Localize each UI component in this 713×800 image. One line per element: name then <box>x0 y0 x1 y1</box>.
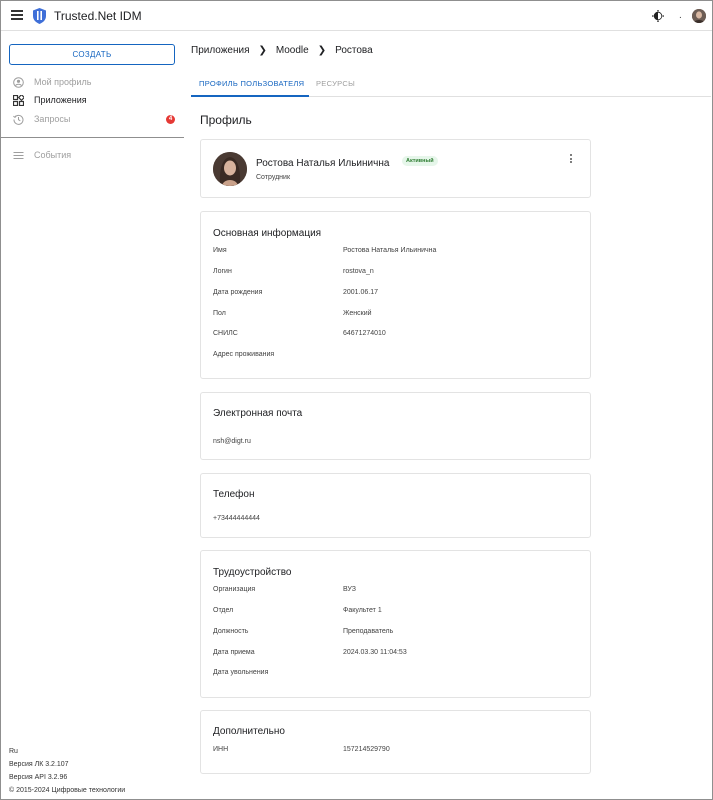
status-badge: Активный <box>402 156 438 166</box>
breadcrumb-item-app[interactable]: Moodle <box>276 45 309 56</box>
profile-header-card: Ростова Наталья Ильинична Активный Сотру… <box>200 139 591 198</box>
sidebar-item-label: Запросы <box>34 114 71 124</box>
app-title: Trusted.Net IDM <box>54 9 142 23</box>
basic-info-card: Основная информация Имя Ростова Наталья … <box>200 211 591 379</box>
card-title: Электронная почта <box>213 408 303 419</box>
header-separator: . <box>679 10 682 21</box>
tab-user-profile[interactable]: ПРОФИЛЬ ПОЛЬЗОВАТЕЛЯ <box>199 79 304 88</box>
language-selector[interactable]: Ru <box>9 748 18 755</box>
sidebar-item-label: Приложения <box>34 95 87 105</box>
page-title: Профиль <box>200 113 252 127</box>
top-app-bar: Trusted.Net IDM . <box>1 1 712 31</box>
sidebar: СОЗДАТЬ Мой профиль Приложения Запросы 4… <box>1 32 184 800</box>
field-label: Логин <box>213 268 232 275</box>
active-tab-indicator <box>191 95 309 97</box>
field-value: rostova_n <box>343 268 374 275</box>
card-title: Основная информация <box>213 228 322 239</box>
sidebar-item-label: Мой профиль <box>34 77 92 87</box>
employment-card: Трудоустройство Организация ВУЗ Отдел Фа… <box>200 550 591 698</box>
field-label: Дата рождения <box>213 289 263 296</box>
version-lk: Версия ЛК 3.2.107 <box>9 761 69 768</box>
field-label: Дата увольнения <box>213 669 269 676</box>
requests-count-badge: 4 <box>166 115 175 124</box>
version-api: Версия API 3.2.96 <box>9 774 68 781</box>
field-label: Должность <box>213 628 249 635</box>
field-value: 64671274010 <box>343 330 386 337</box>
field-label: Пол <box>213 310 226 317</box>
card-title: Трудоустройство <box>213 567 292 578</box>
field-value: 157214529790 <box>343 746 390 753</box>
field-value: Женский <box>343 310 372 317</box>
additional-card: Дополнительно ИНН 157214529790 <box>200 710 591 774</box>
field-value: Факультет 1 <box>343 607 382 614</box>
more-vert-icon[interactable] <box>569 154 573 164</box>
sidebar-item-label: События <box>34 150 72 160</box>
list-icon <box>13 151 24 159</box>
tab-resources[interactable]: РЕСУРСЫ <box>316 79 355 88</box>
breadcrumb: Приложения ❯ Moodle ❯ Ростова <box>191 45 373 56</box>
apps-grid-icon <box>13 94 24 106</box>
profile-role: Сотрудник <box>256 174 291 181</box>
user-avatar[interactable] <box>692 9 706 23</box>
brightness-icon[interactable] <box>652 10 664 22</box>
chevron-right-icon: ❯ <box>258 45 267 56</box>
field-label: СНИЛС <box>213 330 238 337</box>
field-label: ИНН <box>213 746 229 753</box>
history-icon <box>13 114 24 125</box>
field-label: Отдел <box>213 607 234 614</box>
field-label: Имя <box>213 247 227 254</box>
field-label: Дата приема <box>213 649 255 656</box>
tab-bar: ПРОФИЛЬ ПОЛЬЗОВАТЕЛЯ РЕСУРСЫ <box>191 73 711 97</box>
email-value: nsh@digt.ru <box>213 438 251 445</box>
field-label: Организация <box>213 586 256 593</box>
card-title: Телефон <box>213 489 255 500</box>
field-label: Адрес проживания <box>213 351 275 358</box>
sidebar-divider <box>1 137 184 138</box>
app-window: Trusted.Net IDM . СОЗДАТЬ Мой профиль Пр… <box>0 0 713 800</box>
field-value: 2024.03.30 11:04:53 <box>343 649 407 656</box>
field-value: 2001.06.17 <box>343 289 379 296</box>
field-value: Преподаватель <box>343 628 394 635</box>
account-circle-icon <box>13 76 24 88</box>
phone-value: +73444444444 <box>213 515 260 522</box>
card-title: Дополнительно <box>213 726 285 737</box>
breadcrumb-item-user: Ростова <box>335 45 373 56</box>
field-value: ВУЗ <box>343 586 356 593</box>
copyright: © 2015-2024 Цифровые технологии <box>9 787 126 794</box>
profile-name: Ростова Наталья Ильинична <box>256 158 390 169</box>
profile-avatar <box>213 152 247 186</box>
chevron-right-icon: ❯ <box>317 45 327 56</box>
field-value: Ростова Наталья Ильинична <box>343 247 437 254</box>
create-button[interactable]: СОЗДАТЬ <box>9 44 175 65</box>
sidebar-item-requests[interactable]: Запросы <box>13 112 70 126</box>
shield-logo-icon <box>33 8 46 24</box>
sidebar-item-my-profile[interactable]: Мой профиль <box>13 75 91 89</box>
phone-card: Телефон +73444444444 <box>200 473 591 538</box>
sidebar-item-events[interactable]: События <box>13 148 71 162</box>
sidebar-item-applications[interactable]: Приложения <box>13 93 87 107</box>
menu-icon[interactable] <box>11 10 23 20</box>
breadcrumb-item-applications[interactable]: Приложения <box>191 45 250 56</box>
email-card: Электронная почта nsh@digt.ru <box>200 392 591 460</box>
